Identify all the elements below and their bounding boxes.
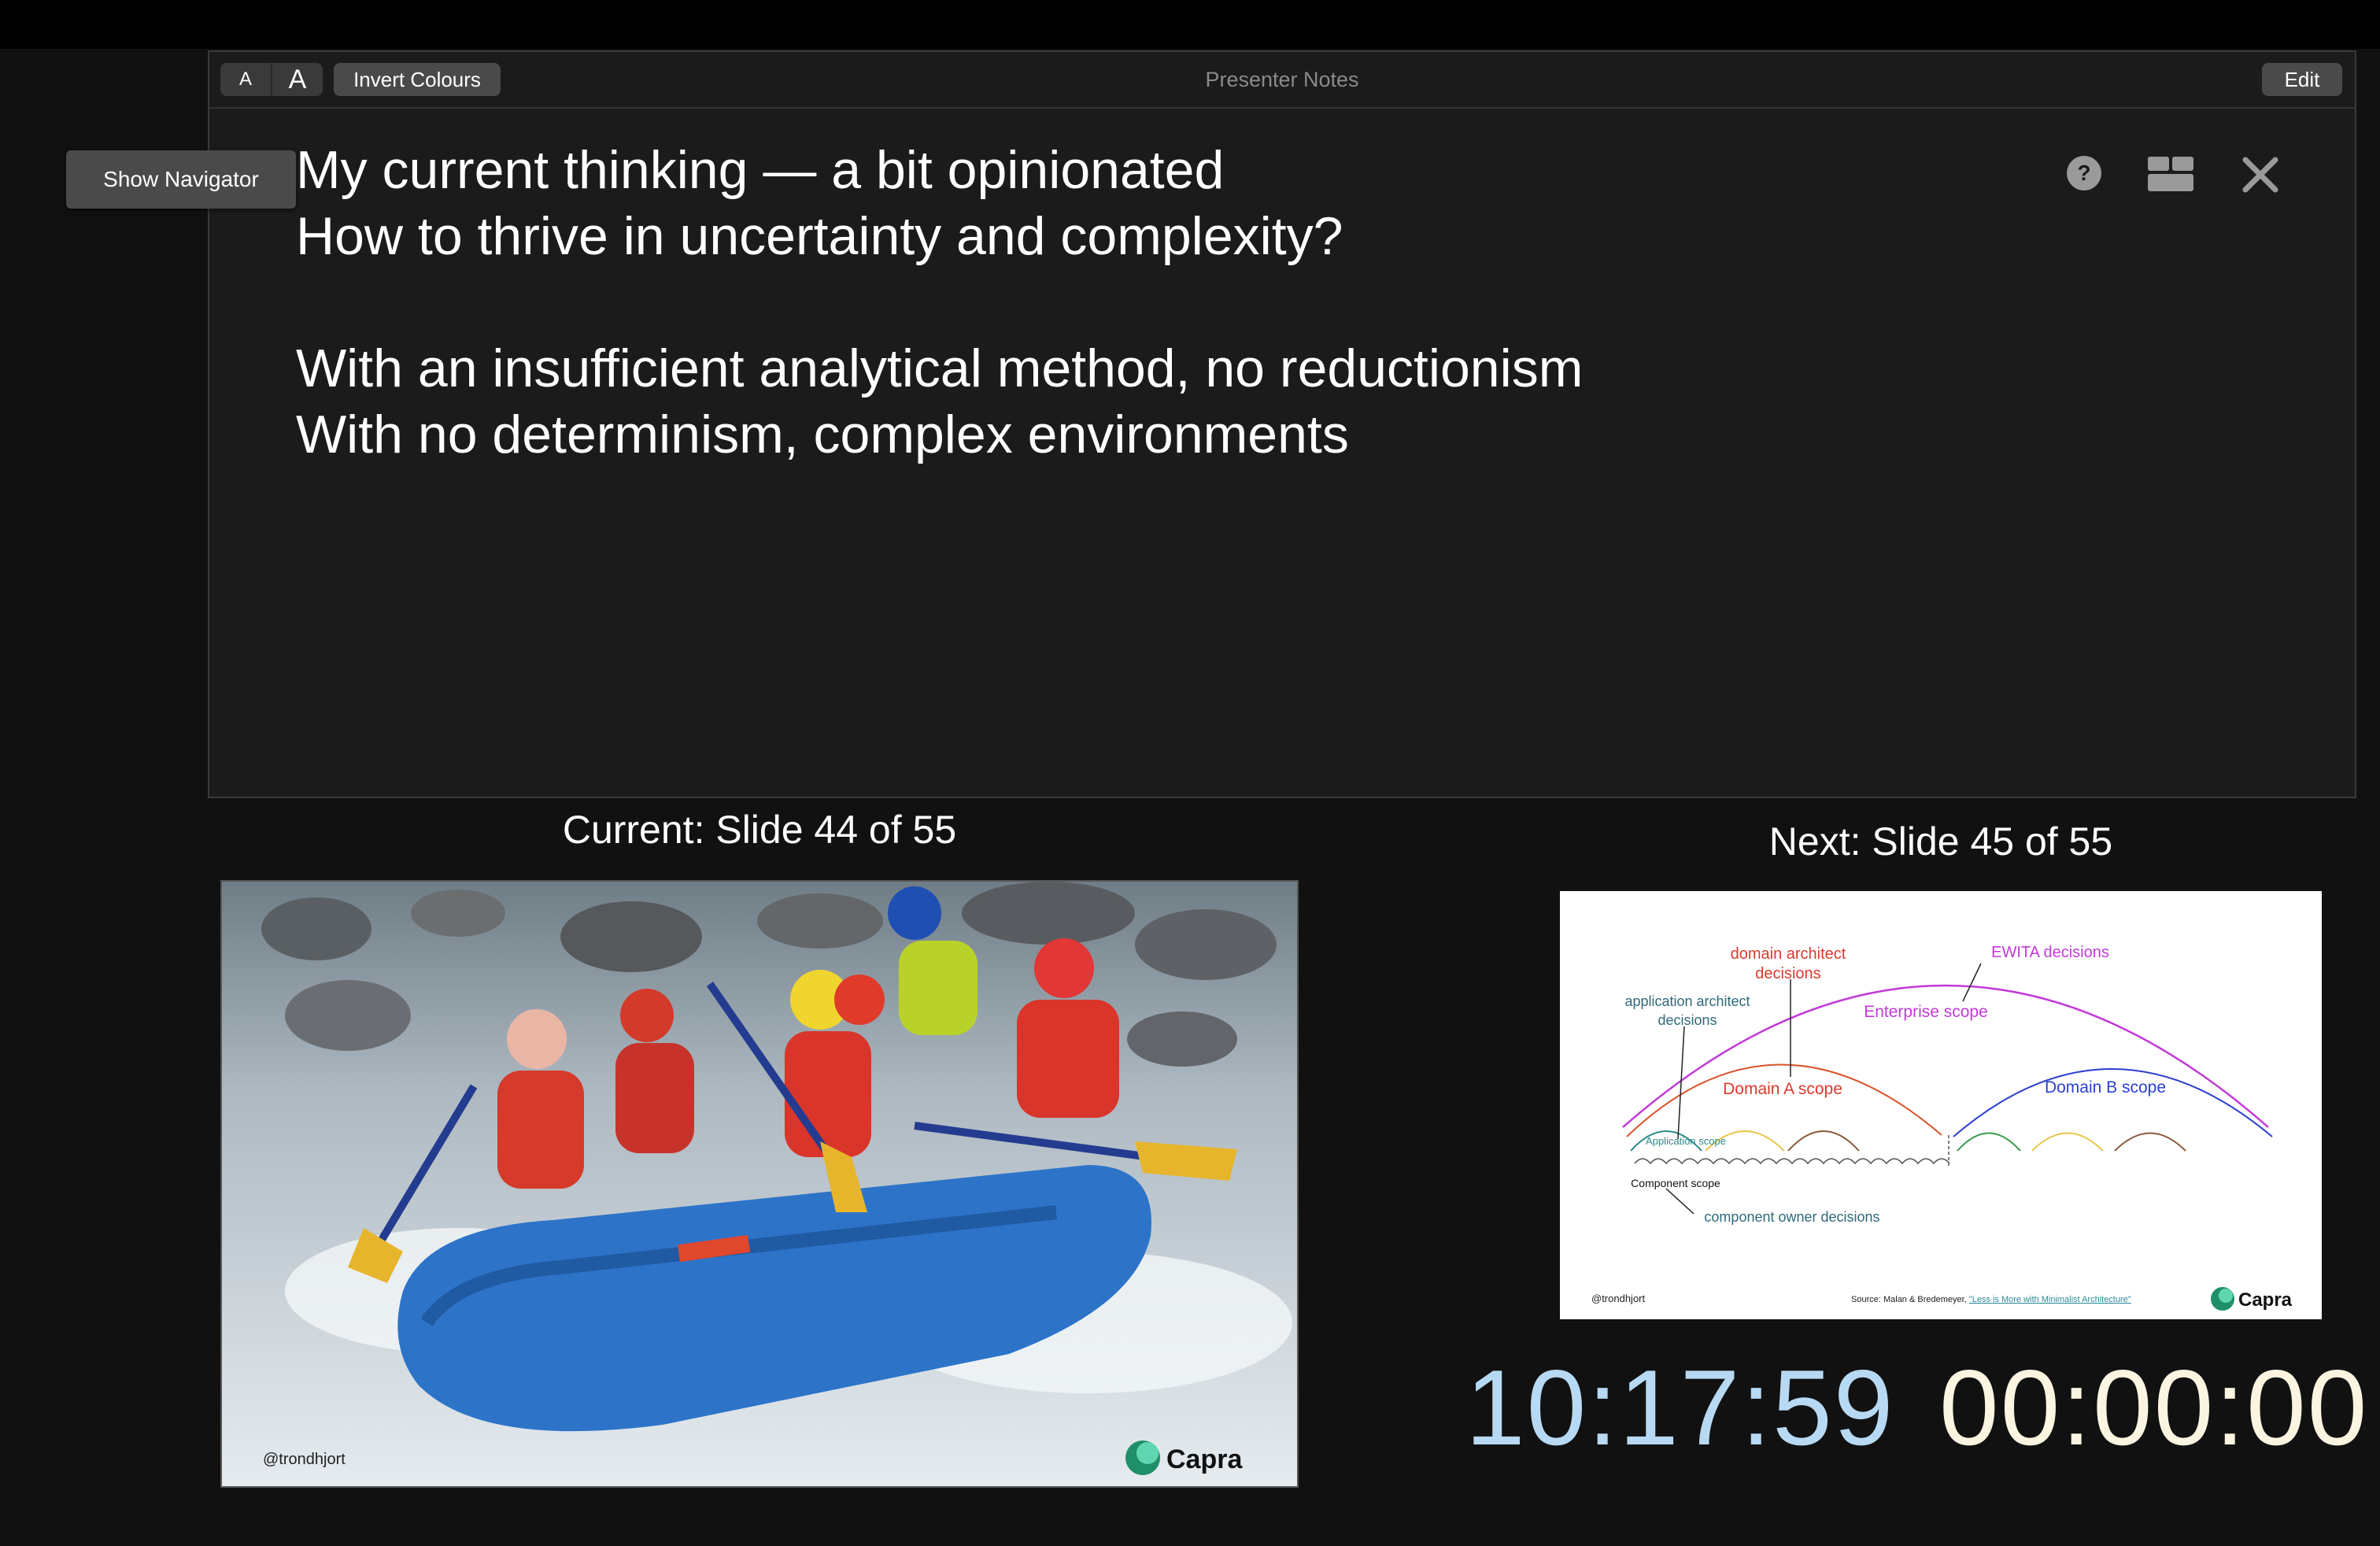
- notes-line: With an insufficient analytical method, …: [296, 338, 1584, 398]
- svg-text:?: ?: [2077, 161, 2090, 185]
- current-slide-logo: Capra: [1166, 1444, 1243, 1474]
- window-top-bar: [0, 0, 2380, 49]
- diagram-label: Component scope: [1631, 1177, 1720, 1189]
- help-icon[interactable]: ?: [2065, 154, 2103, 192]
- next-slide-source: Source: Malan & Bredemeyer, "Less is Mor…: [1851, 1295, 2131, 1304]
- next-slide-handle: @trondhjort: [1591, 1293, 1646, 1304]
- scope-diagram: domain architect decisions EWITA decisio…: [1591, 944, 2293, 1311]
- next-slide-preview[interactable]: domain architect decisions EWITA decisio…: [1560, 891, 2322, 1319]
- notes-line: With no determinism, complex environment…: [296, 405, 1349, 464]
- diagram-label: component owner decisions: [1704, 1209, 1879, 1225]
- current-slide-handle: @trondhjort: [263, 1451, 346, 1468]
- rafting-photo: @trondhjort Capra: [222, 882, 1297, 1486]
- notes-toolbar: A A Invert Colours Presenter Notes Edit: [209, 52, 2355, 109]
- current-slide-label: Current: Slide 44 of 55: [562, 808, 957, 852]
- diagram-label: Domain B scope: [2045, 1078, 2166, 1097]
- close-icon[interactable]: [2241, 156, 2279, 194]
- notes-line: How to thrive in uncertainty and complex…: [296, 206, 1343, 266]
- diagram-label: application architect: [1624, 993, 1750, 1009]
- next-slide-logo: Capra: [2238, 1289, 2293, 1311]
- diagram-label: domain architect: [1731, 945, 1846, 963]
- layout-icon[interactable]: [2147, 156, 2194, 192]
- edit-button[interactable]: Edit: [2262, 63, 2342, 96]
- next-slide-label: Next: Slide 45 of 55: [1768, 819, 2113, 864]
- diagram-label: decisions: [1755, 965, 1820, 982]
- notes-text[interactable]: My current thinking — a bit opinionated …: [296, 137, 1583, 468]
- notes-line: [296, 269, 1583, 335]
- diagram-label: EWITA decisions: [1991, 944, 2109, 961]
- diagram-label: Domain A scope: [1723, 1080, 1842, 1098]
- notes-title: Presenter Notes: [1205, 68, 1359, 91]
- diagram-label: Enterprise scope: [1864, 1003, 1988, 1021]
- elapsed-timer[interactable]: 00:00:00: [1939, 1346, 2368, 1469]
- source-link: "Less is More with Minimalist Architectu…: [1969, 1295, 2131, 1304]
- notes-line: My current thinking — a bit opinionated: [296, 140, 1225, 200]
- diagram-label: decisions: [1658, 1012, 1717, 1028]
- current-slide-preview[interactable]: @trondhjort Capra: [220, 880, 1299, 1488]
- show-navigator-button[interactable]: Show Navigator: [66, 150, 296, 209]
- current-time-clock: 10:17:59: [1465, 1348, 1895, 1467]
- diagram-label: Application scope: [1646, 1135, 1726, 1147]
- source-prefix: Source: Malan & Bredemeyer,: [1851, 1295, 1969, 1304]
- presenter-notes-panel: A A Invert Colours Presenter Notes Edit …: [208, 50, 2356, 798]
